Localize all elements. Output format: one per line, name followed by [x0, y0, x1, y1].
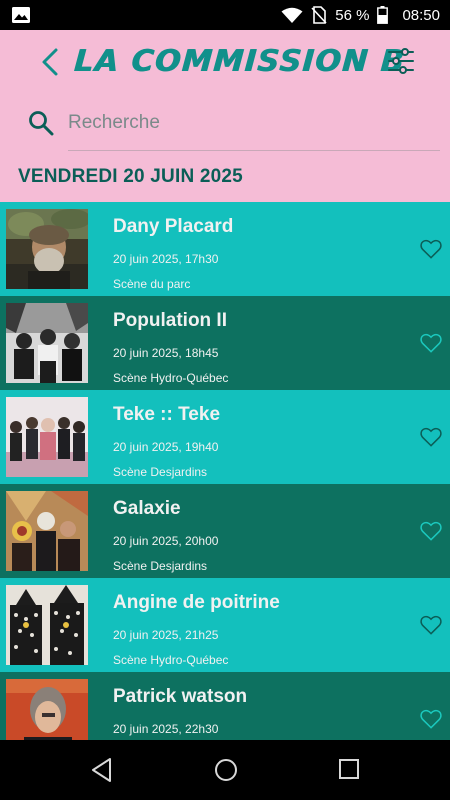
event-row-dany-placard[interactable]: Dany Placard 20 juin 2025, 17h30 Scène d… — [0, 202, 450, 296]
event-stage: Scène Desjardins — [113, 465, 208, 479]
search-bar — [0, 94, 450, 154]
event-datetime: 20 juin 2025, 18h45 — [113, 346, 219, 360]
event-stage: Scène Hydro-Québec — [113, 653, 229, 667]
nav-back-icon[interactable] — [90, 757, 114, 783]
chevron-left-icon[interactable] — [38, 46, 62, 78]
status-bar: 56 % 08:50 — [0, 0, 450, 30]
sliders-icon[interactable] — [386, 46, 416, 76]
search-underline — [68, 150, 440, 151]
artist-photo — [6, 397, 88, 477]
heart-icon[interactable] — [420, 427, 442, 447]
search-input[interactable] — [68, 106, 438, 140]
artist-name: Dany Placard — [113, 216, 234, 237]
heart-icon[interactable] — [420, 615, 442, 635]
event-row-population-ii[interactable]: Population II 20 juin 2025, 18h45 Scène … — [0, 296, 450, 390]
event-stage: Scène du parc — [113, 277, 191, 291]
event-row-patrick-watson[interactable]: Patrick watson 20 juin 2025, 22h30 — [0, 672, 450, 740]
heart-icon[interactable] — [420, 239, 442, 259]
artist-photo — [6, 679, 88, 740]
app-title: LA COMMISSION B — [72, 44, 407, 79]
artist-photo — [6, 209, 88, 289]
image-icon — [12, 7, 30, 23]
event-row-teke-teke[interactable]: Teke :: Teke 20 juin 2025, 19h40 Scène D… — [0, 390, 450, 484]
clock: 08:50 — [402, 6, 440, 24]
nav-home-icon[interactable] — [214, 758, 238, 782]
artist-name: Population II — [113, 310, 227, 331]
battery-icon — [377, 6, 389, 24]
event-datetime: 20 juin 2025, 20h00 — [113, 534, 219, 548]
artist-name: Angine de poitrine — [113, 592, 280, 613]
artist-name: Teke :: Teke — [113, 404, 221, 425]
no-sim-icon — [311, 6, 327, 24]
event-list[interactable]: Dany Placard 20 juin 2025, 17h30 Scène d… — [0, 202, 450, 740]
battery-percent: 56 % — [335, 6, 370, 24]
heart-icon[interactable] — [420, 709, 442, 729]
artist-photo — [6, 303, 88, 383]
nav-recents-icon[interactable] — [338, 758, 360, 780]
search-icon[interactable] — [28, 110, 54, 136]
artist-photo — [6, 491, 88, 571]
event-stage: Scène Desjardins — [113, 559, 208, 573]
event-datetime: 20 juin 2025, 22h30 — [113, 722, 219, 736]
event-row-angine-de-poitrine[interactable]: Angine de poitrine 20 juin 2025, 21h25 S… — [0, 578, 450, 672]
date-section-header: VENDREDI 20 JUIN 2025 — [18, 166, 243, 187]
app-header: LA COMMISSION B — [0, 30, 450, 94]
event-datetime: 20 juin 2025, 19h40 — [113, 440, 219, 454]
event-datetime: 20 juin 2025, 17h30 — [113, 252, 219, 266]
event-stage: Scène Hydro-Québec — [113, 371, 229, 385]
artist-photo — [6, 585, 88, 665]
wifi-icon — [281, 7, 303, 23]
system-nav-bar — [0, 740, 450, 800]
event-datetime: 20 juin 2025, 21h25 — [113, 628, 219, 642]
artist-name: Patrick watson — [113, 686, 248, 707]
artist-name: Galaxie — [113, 498, 181, 519]
heart-icon[interactable] — [420, 333, 442, 353]
heart-icon[interactable] — [420, 521, 442, 541]
event-row-galaxie[interactable]: Galaxie 20 juin 2025, 20h00 Scène Desjar… — [0, 484, 450, 578]
